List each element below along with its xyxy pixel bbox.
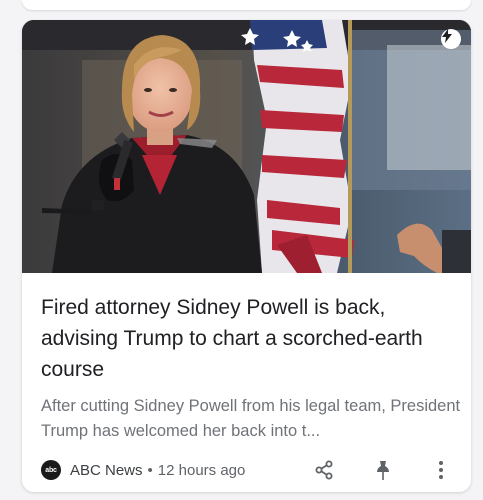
pin-icon [377, 461, 389, 480]
pin-button[interactable] [371, 458, 395, 482]
article-headline[interactable]: Fired attorney Sidney Powell is back, ad… [41, 292, 461, 385]
article-photo [22, 20, 471, 273]
article-snippet: After cutting Sidney Powell from his leg… [41, 397, 461, 440]
card-actions [312, 458, 453, 482]
article-image[interactable] [22, 20, 471, 273]
lightning-bolt-icon [441, 29, 461, 49]
separator-dot: • [147, 461, 153, 479]
more-options-button[interactable] [429, 458, 453, 482]
previous-card-edge [22, 0, 471, 10]
more-vert-icon [439, 461, 443, 479]
card-footer: abc ABC News • 12 hours ago [41, 458, 453, 482]
share-icon [315, 460, 333, 480]
share-button[interactable] [312, 458, 336, 482]
source-name[interactable]: ABC News [70, 462, 143, 479]
publish-age: 12 hours ago [157, 461, 246, 479]
abc-news-logo: abc [41, 460, 61, 480]
news-card[interactable]: Fired attorney Sidney Powell is back, ad… [22, 20, 471, 492]
